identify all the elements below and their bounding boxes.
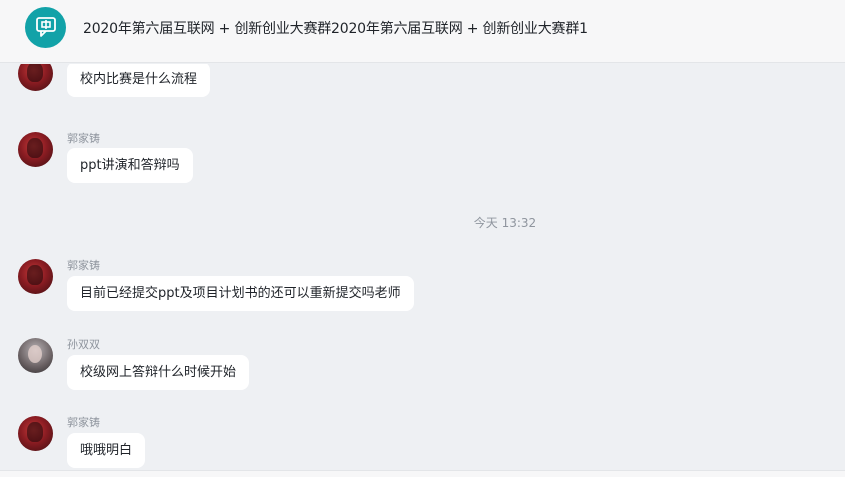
message-bubble: 目前已经提交ppt及项目计划书的还可以重新提交吗老师: [67, 276, 414, 311]
message-list[interactable]: 校内比赛是什么流程 郭家铸 ppt讲演和答辩吗 今天 13:32 郭家铸 目前已…: [0, 64, 845, 470]
chat-header: 2020年第六届互联网 + 创新创业大赛群2020年第六届互联网 + 创新创业大…: [0, 0, 845, 63]
group-title: 2020年第六届互联网 + 创新创业大赛群2020年第六届互联网 + 创新创业大…: [83, 21, 588, 37]
sender-avatar[interactable]: [18, 416, 53, 451]
message-bubble: 校内比赛是什么流程: [67, 64, 211, 97]
composer-edge: [0, 470, 845, 477]
sender-name: 孙双双: [67, 338, 100, 351]
group-avatar[interactable]: [25, 7, 66, 48]
sender-avatar[interactable]: [18, 338, 53, 373]
sender-avatar[interactable]: [18, 64, 53, 91]
sender-name: 郭家铸: [67, 259, 100, 272]
message-bubble: 校级网上答辩什么时候开始: [67, 355, 250, 390]
message-bubble: ppt讲演和答辩吗: [67, 148, 193, 183]
sender-avatar[interactable]: [18, 132, 53, 167]
sender-name: 郭家铸: [67, 132, 100, 145]
sender-name: 郭家铸: [67, 416, 100, 429]
message-bubble: 哦哦明白: [67, 433, 146, 468]
sender-avatar[interactable]: [18, 259, 53, 294]
timestamp-divider: 今天 13:32: [473, 216, 537, 230]
chat-group-icon: [36, 17, 56, 37]
